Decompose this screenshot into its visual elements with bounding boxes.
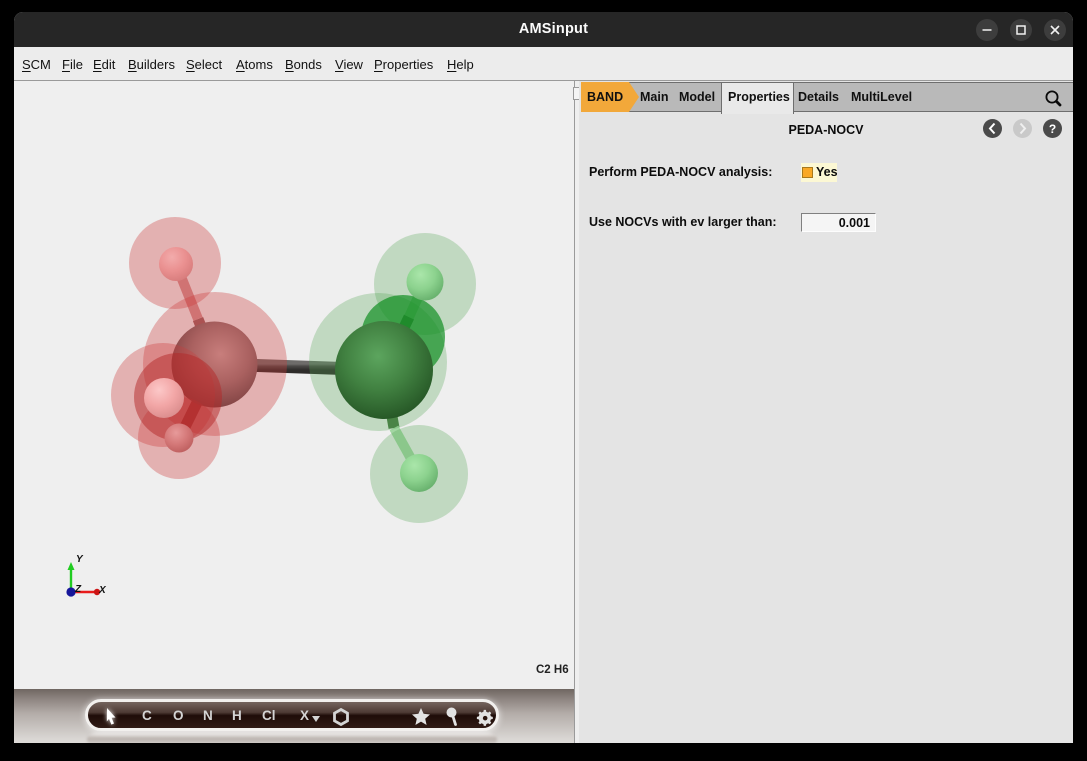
svg-text:Y: Y: [76, 554, 84, 565]
svg-text:Z: Z: [74, 584, 82, 595]
svg-text:X: X: [98, 585, 107, 596]
